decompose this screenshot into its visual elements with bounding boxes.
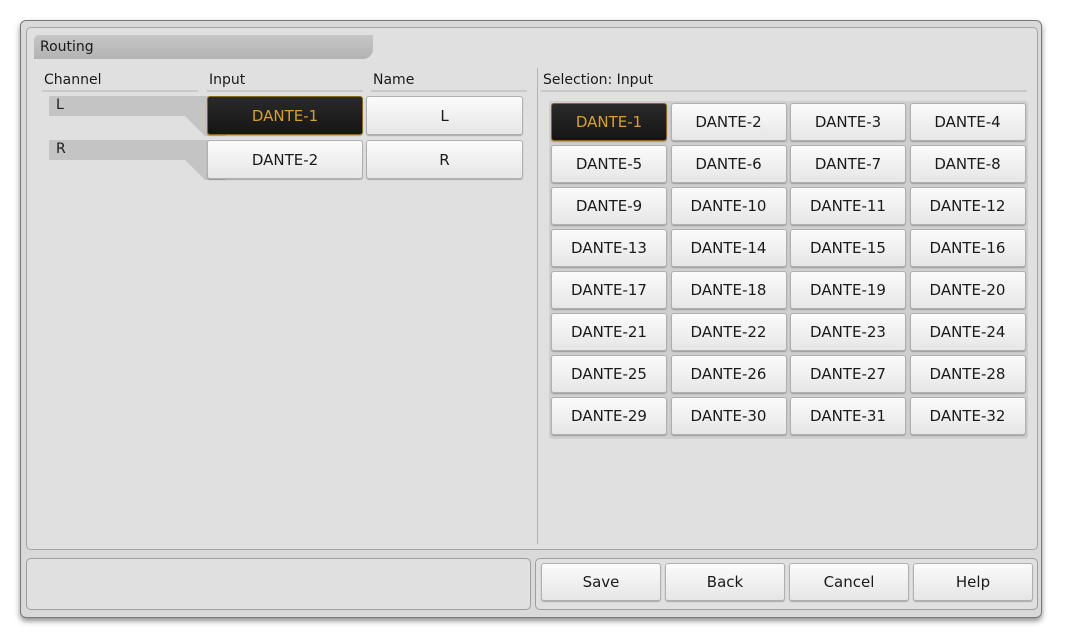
input-option-button[interactable]: DANTE-23: [790, 313, 906, 351]
input-option-button[interactable]: DANTE-24: [909, 313, 1026, 351]
input-option-button[interactable]: DANTE-26: [670, 355, 787, 393]
channel-label-r: R: [49, 140, 225, 180]
input-option-button[interactable]: DANTE-3: [790, 103, 906, 141]
input-option-button[interactable]: DANTE-7: [790, 145, 906, 183]
input-option-button[interactable]: DANTE-31: [790, 397, 906, 435]
column-header-input: Input: [207, 68, 363, 92]
channel-r-name-button[interactable]: R: [366, 140, 523, 179]
input-option-button[interactable]: DANTE-27: [790, 355, 906, 393]
panel-title: Routing: [34, 35, 373, 59]
input-option-button[interactable]: DANTE-12: [909, 187, 1026, 225]
input-option-button[interactable]: DANTE-5: [551, 145, 667, 183]
input-option-button[interactable]: DANTE-17: [551, 271, 667, 309]
input-option-button[interactable]: DANTE-10: [670, 187, 787, 225]
status-area: [26, 558, 531, 610]
column-header-channel: Channel: [42, 68, 198, 92]
input-option-button[interactable]: DANTE-28: [909, 355, 1026, 393]
input-option-button[interactable]: DANTE-8: [909, 145, 1026, 183]
channel-l-name-button[interactable]: L: [366, 96, 523, 135]
input-option-button[interactable]: DANTE-11: [790, 187, 906, 225]
input-option-button[interactable]: DANTE-32: [909, 397, 1026, 435]
input-option-button[interactable]: DANTE-1: [551, 103, 667, 141]
input-option-button[interactable]: DANTE-19: [790, 271, 906, 309]
footer-button-bar: Save Back Cancel Help: [535, 558, 1038, 610]
routing-window: Routing Channel Input Name Selection: In…: [20, 20, 1042, 618]
input-option-button[interactable]: DANTE-21: [551, 313, 667, 351]
input-option-button[interactable]: DANTE-29: [551, 397, 667, 435]
help-button[interactable]: Help: [913, 563, 1033, 601]
routing-panel: Routing Channel Input Name Selection: In…: [26, 27, 1038, 550]
panel-divider: [537, 68, 538, 544]
input-selection-grid: DANTE-1 DANTE-2 DANTE-3 DANTE-4 DANTE-5 DANTE…: [549, 101, 1028, 439]
input-option-button[interactable]: DANTE-20: [909, 271, 1026, 309]
channel-l-input-button[interactable]: DANTE-1: [207, 96, 363, 135]
input-option-button[interactable]: DANTE-4: [909, 103, 1026, 141]
input-option-button[interactable]: DANTE-9: [551, 187, 667, 225]
back-button[interactable]: Back: [665, 563, 785, 601]
input-option-button[interactable]: DANTE-18: [670, 271, 787, 309]
input-option-button[interactable]: DANTE-16: [909, 229, 1026, 267]
input-option-button[interactable]: DANTE-13: [551, 229, 667, 267]
input-option-button[interactable]: DANTE-22: [670, 313, 787, 351]
input-option-button[interactable]: DANTE-15: [790, 229, 906, 267]
input-option-button[interactable]: DANTE-2: [670, 103, 787, 141]
channel-label-l: L: [49, 96, 225, 136]
cancel-button[interactable]: Cancel: [789, 563, 909, 601]
channel-name-l: L: [56, 97, 64, 113]
column-header-selection: Selection: Input: [541, 68, 1027, 92]
input-option-button[interactable]: DANTE-6: [670, 145, 787, 183]
column-header-name: Name: [371, 68, 527, 92]
channel-name-r: R: [56, 141, 66, 157]
channel-r-input-button[interactable]: DANTE-2: [207, 140, 363, 179]
input-option-button[interactable]: DANTE-25: [551, 355, 667, 393]
input-option-button[interactable]: DANTE-30: [670, 397, 787, 435]
input-option-button[interactable]: DANTE-14: [670, 229, 787, 267]
save-button[interactable]: Save: [541, 563, 661, 601]
